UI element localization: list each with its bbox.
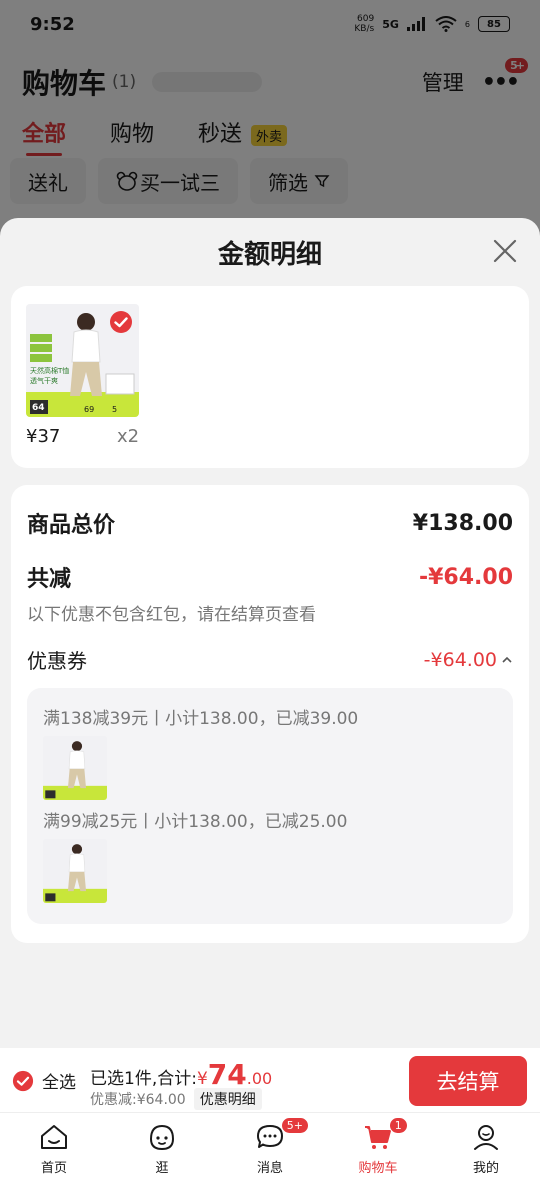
- product-card: 天然高棉T恤 透气干爽 64 69 5 ¥37 x2: [11, 286, 529, 468]
- tab-home[interactable]: 首页: [0, 1113, 108, 1200]
- tab-messages-label: 消息: [256, 1161, 283, 1176]
- close-icon[interactable]: [490, 236, 520, 266]
- coupon-rules-box: 满138减39元丨小计138.00，已减39.00 满99减25元丨小计138.…: [27, 688, 513, 924]
- total-value: ¥138.00: [412, 510, 513, 536]
- thumb-num2: 69: [84, 405, 95, 414]
- amount-detail-card: 商品总价 ¥138.00 共减 -¥64.00 以下优惠不包含红包，请在结算页查…: [11, 485, 529, 943]
- amount-dec: .00: [246, 1069, 273, 1088]
- amount-detail-button[interactable]: 优惠明细: [193, 1088, 262, 1110]
- person-icon: [474, 1125, 498, 1150]
- reduce-row: 共减 -¥64.00: [27, 561, 513, 593]
- bottom-tab-bar: 首页 逛 5+ 消息 1 购物车 我的: [0, 1112, 540, 1200]
- tab-cart[interactable]: 1 购物车: [324, 1113, 432, 1200]
- checkout-button[interactable]: 去结算: [409, 1056, 527, 1106]
- total-label: 商品总价: [27, 513, 116, 538]
- coupon-rule-1: 满138减39元丨小计138.00，已减39.00: [43, 709, 359, 729]
- amount-int: 74: [207, 1058, 247, 1091]
- coupon-rule-1-product-image: [43, 736, 107, 800]
- total-row: 商品总价 ¥138.00: [27, 507, 513, 539]
- select-all-toggle[interactable]: 全选: [12, 1068, 76, 1093]
- tab-me-label: 我的: [472, 1161, 499, 1176]
- coupon-rule-2-product-image: [43, 839, 107, 903]
- coupon-value: -¥64.00: [423, 648, 497, 671]
- messages-badge: 5+: [280, 1117, 310, 1134]
- total-amount: ¥74.00: [196, 1058, 273, 1091]
- mini-product-photo: [43, 736, 107, 800]
- discount-line: 优惠减:¥64.00 优惠明细: [90, 1088, 262, 1110]
- tab-browse-label: 逛: [155, 1161, 169, 1176]
- product-quantity: x2: [117, 426, 140, 447]
- select-all-label: 全选: [42, 1073, 76, 1093]
- product-price: ¥37: [26, 426, 61, 447]
- coupon-rule-2: 满99减25元丨小计138.00，已减25.00: [43, 812, 348, 832]
- sum-line: 已选1件,合计:¥74.00: [90, 1058, 272, 1091]
- tab-cart-label: 购物车: [358, 1161, 398, 1176]
- tab-me[interactable]: 我的: [432, 1113, 540, 1200]
- mini-product-photo: [43, 839, 107, 903]
- reduce-value: -¥64.00: [418, 564, 513, 590]
- summary-prefix: 已选1件,合计:: [90, 1069, 197, 1089]
- thumb-line2: 透气干爽: [30, 377, 58, 385]
- coupon-value-wrap: -¥64.00: [424, 649, 513, 671]
- thumb-num3: 5: [112, 405, 118, 414]
- thumb-line1: 天然高棉T恤: [30, 367, 70, 375]
- reduce-note: 以下优惠不包含红包，请在结算页查看: [27, 605, 316, 625]
- coupon-label: 优惠券: [27, 649, 87, 673]
- tab-messages[interactable]: 5+ 消息: [216, 1113, 324, 1200]
- currency-symbol: ¥: [196, 1069, 208, 1089]
- thumb-num1: 64: [32, 403, 45, 413]
- chevron-up-icon[interactable]: [501, 654, 513, 666]
- check-icon: [12, 1070, 34, 1091]
- cart-badge: 1: [388, 1117, 408, 1134]
- coupon-row[interactable]: 优惠券 -¥64.00: [27, 645, 513, 674]
- tab-browse[interactable]: 逛: [108, 1113, 216, 1200]
- home-icon: [41, 1125, 67, 1149]
- discount-text: 优惠减:¥64.00: [90, 1092, 186, 1108]
- sheet-title: 金额明细: [217, 240, 322, 270]
- reduce-label: 共减: [27, 567, 72, 592]
- check-icon[interactable]: [109, 310, 133, 334]
- checkout-bar: 全选 已选1件,合计:¥74.00 优惠减:¥64.00 优惠明细 去结算: [0, 1048, 540, 1112]
- face-icon: [149, 1124, 175, 1151]
- tab-home-label: 首页: [40, 1161, 67, 1176]
